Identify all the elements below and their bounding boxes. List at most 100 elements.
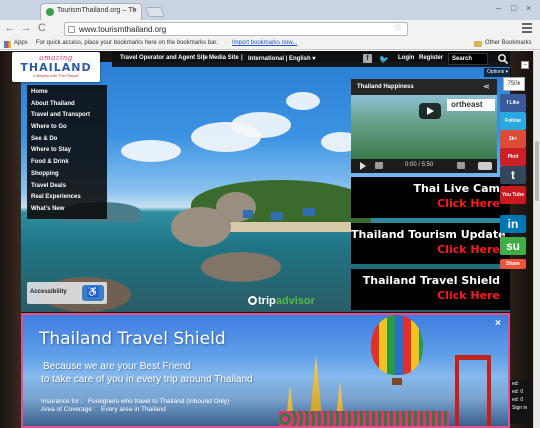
menu-item-travel-deals[interactable]: Travel Deals — [27, 183, 107, 195]
media-site-link[interactable]: Media Site — [209, 55, 239, 61]
web-page: Travel Operator and Agent Site | Media S… — [0, 51, 533, 428]
share-icon[interactable]: ⋖ — [483, 82, 490, 91]
browser-menu-icon[interactable] — [522, 23, 532, 35]
flowers-image — [279, 411, 449, 426]
url-text[interactable]: www.tourismthailand.org — [79, 25, 166, 34]
menu-item-travel[interactable]: Travel and Transport — [27, 112, 107, 124]
linkedin-icon[interactable]: in — [500, 215, 526, 233]
shield-subtitle-2: to take care of you in every trip around… — [41, 374, 253, 385]
forward-icon[interactable]: → — [20, 22, 32, 34]
tripadvisor-trip-text: trip — [258, 295, 276, 307]
maximize-icon[interactable]: □ — [511, 3, 516, 13]
settings-icon[interactable] — [457, 162, 465, 169]
search-icon[interactable] — [497, 53, 509, 65]
share-button[interactable]: Share — [500, 259, 526, 269]
browser-tabstrip: TourismThailand.org – Th × – □ × — [0, 0, 540, 20]
address-bar[interactable]: www.tourismthailand.org ☆ — [64, 22, 408, 36]
other-bookmarks[interactable]: Other Bookmarks — [485, 40, 532, 46]
language-selector[interactable]: International | English ▾ — [248, 55, 315, 62]
video-frame[interactable]: ortheast — [351, 95, 497, 159]
reload-icon[interactable]: C — [36, 22, 48, 34]
close-window-icon[interactable]: × — [526, 3, 531, 13]
browser-tab[interactable]: TourismThailand.org – Th × — [40, 3, 142, 20]
amazing-thailand-logo[interactable]: amazing THAILAND It Begins with The Peop… — [12, 52, 100, 82]
new-tab-button[interactable] — [145, 7, 165, 17]
logo-thailand-text: THAILAND — [20, 61, 92, 74]
import-bookmarks-link[interactable]: Import bookmarks now... — [232, 40, 297, 46]
coverage-line: Area of Coverage : Every area in Thailan… — [41, 406, 166, 413]
bookmarks-bar: Apps For quick access, place your bookma… — [0, 38, 540, 50]
video-header: Thailand Happiness ⋖ — [351, 79, 497, 95]
youtube-logo-icon[interactable] — [478, 162, 492, 170]
menu-item-food-drink[interactable]: Food & Drink — [27, 159, 107, 171]
collapse-icon[interactable]: – — [521, 61, 529, 69]
tab-close-icon[interactable]: × — [132, 6, 137, 15]
banner-close-icon[interactable]: × — [495, 318, 501, 329]
accessibility-label: Accessibility — [30, 289, 67, 295]
menu-item-about[interactable]: About Thailand — [27, 101, 107, 113]
facebook-like-button[interactable]: f Like — [500, 94, 526, 112]
options-dropdown[interactable]: Options ▾ — [484, 68, 512, 77]
menu-item-whats-new[interactable]: What's New — [27, 206, 107, 218]
nav-divider: | — [203, 55, 205, 61]
menu-item-home[interactable]: Home — [27, 89, 107, 101]
google-plus-button[interactable]: 1k+ — [500, 130, 526, 148]
scroll-thumb[interactable] — [535, 141, 539, 201]
promo-tourism-update[interactable]: Thailand Tourism Update Click Here — [351, 223, 510, 264]
page-background-left — [0, 51, 21, 428]
video-controls: 0:00 / 5:50 — [351, 159, 497, 173]
menu-item-see-do[interactable]: See & Do — [27, 136, 107, 148]
main-menu: Home About Thailand Travel and Transport… — [27, 85, 107, 219]
play-icon[interactable] — [419, 103, 441, 119]
insurance-line: Insurance for : Foreigners who travel to… — [41, 398, 230, 405]
menu-item-where-to-stay[interactable]: Where to Stay — [27, 147, 107, 159]
menu-item-real-experiences[interactable]: Real Experiences — [27, 194, 107, 206]
promo-cta[interactable]: Click Here — [351, 289, 500, 302]
tripadvisor-logo[interactable]: tripadvisor — [248, 295, 315, 307]
tripadvisor-owl-icon — [248, 296, 257, 305]
promo-live-cam[interactable]: Thai Live Cam Click Here — [351, 177, 510, 218]
stumbleupon-icon[interactable]: su — [500, 237, 526, 255]
accessibility-button[interactable]: Accessibility ♿ — [27, 282, 107, 304]
menu-item-shopping[interactable]: Shopping — [27, 171, 107, 183]
search-input[interactable]: Search — [448, 53, 488, 65]
register-link[interactable]: Register — [419, 55, 443, 61]
promo-cta[interactable]: Click Here — [351, 197, 500, 210]
control-play-icon[interactable] — [360, 162, 366, 170]
folder-icon — [474, 41, 482, 47]
bookmark-star-icon[interactable]: ☆ — [394, 23, 403, 34]
tripadvisor-advisor-text: advisor — [275, 295, 315, 307]
apps-icon[interactable] — [4, 41, 11, 48]
temple-gate-image — [455, 355, 491, 426]
page-icon — [68, 26, 75, 33]
menu-item-where-to-go[interactable]: Where to Go — [27, 124, 107, 136]
promo-travel-shield[interactable]: Thailand Travel Shield Click Here — [351, 269, 510, 310]
volume-icon[interactable] — [375, 162, 383, 169]
widget-sign-in[interactable]: Sign in — [512, 404, 532, 412]
twitter-follow-button[interactable]: Follow — [500, 112, 526, 130]
minimize-icon[interactable]: – — [496, 3, 501, 13]
promo-title: Thailand Travel Shield — [362, 274, 500, 287]
video-banner-text: ortheast — [447, 99, 495, 111]
shield-title: Thailand Travel Shield — [39, 329, 226, 349]
facebook-icon[interactable]: f — [363, 54, 372, 63]
apps-link[interactable]: Apps — [14, 40, 28, 46]
hot-air-balloon-image — [371, 315, 423, 375]
bookmarks-hint: For quick access, place your bookmarks h… — [36, 40, 218, 46]
promo-title: Thai Live Cam — [413, 182, 500, 195]
tumblr-icon[interactable]: t — [500, 166, 526, 184]
travel-operator-link[interactable]: Travel Operator and Agent Site — [120, 55, 208, 61]
page-scrollbar[interactable] — [533, 51, 540, 428]
promo-cta[interactable]: Click Here — [351, 243, 500, 256]
back-icon[interactable]: ← — [4, 22, 16, 34]
pinterest-button[interactable]: Pinit — [500, 148, 526, 166]
travel-shield-banner[interactable]: Thailand Travel Shield Because we are yo… — [21, 313, 510, 428]
shield-subtitle-1: Because we are your Best Friend — [43, 361, 191, 372]
promo-title: Thailand Tourism Update — [351, 228, 506, 241]
tab-title: TourismThailand.org – Th — [57, 7, 137, 14]
login-link[interactable]: Login — [398, 55, 414, 61]
video-title[interactable]: Thailand Happiness — [357, 84, 414, 90]
twitter-icon[interactable]: 🐦 — [379, 55, 389, 64]
youtube-icon[interactable]: You Tube — [500, 186, 526, 204]
widget-line: ed: 0 — [512, 397, 524, 403]
